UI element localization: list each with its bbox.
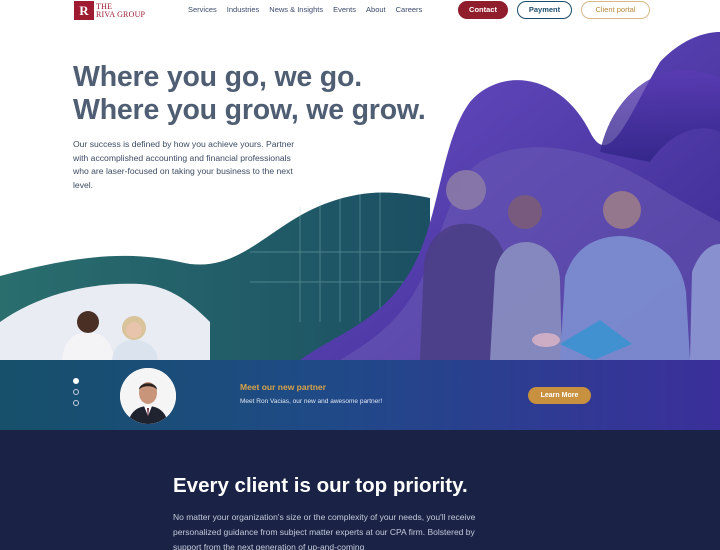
partner-avatar bbox=[120, 368, 176, 424]
priority-section: Every client is our top priority. No mat… bbox=[0, 430, 720, 550]
partner-band: Meet our new partner Meet Ron Vacias, ou… bbox=[0, 360, 720, 430]
hero-section: Where you go, we go. Where you grow, we … bbox=[0, 22, 720, 360]
slider-dot-2[interactable] bbox=[73, 389, 79, 395]
partner-portrait-icon bbox=[120, 368, 176, 424]
nav-link-events[interactable]: Events bbox=[333, 5, 356, 14]
learn-more-button[interactable]: Learn More bbox=[528, 387, 591, 404]
contact-button[interactable]: Contact bbox=[458, 1, 508, 19]
client-portal-button[interactable]: Client portal bbox=[581, 1, 650, 19]
hero-copy: Our success is defined by how you achiev… bbox=[73, 139, 295, 190]
nav-link-about[interactable]: About bbox=[366, 5, 386, 14]
priority-copy: No matter your organization's size or th… bbox=[173, 512, 476, 550]
nav-link-news-insights[interactable]: News & Insights bbox=[269, 5, 323, 14]
top-nav: R THE RIVA GROUP Services Industries New… bbox=[0, 0, 720, 22]
hero-title-line1: Where you go, we go. bbox=[73, 61, 362, 93]
slider-dot-3[interactable] bbox=[73, 400, 79, 406]
partner-title: Meet our new partner bbox=[240, 382, 326, 392]
logo-mark: R bbox=[74, 1, 94, 20]
logo-text-line2: RIVA GROUP bbox=[96, 9, 146, 19]
priority-title: Every client is our top priority. bbox=[173, 474, 468, 497]
logo[interactable]: R THE RIVA GROUP bbox=[74, 1, 145, 20]
slider-dots bbox=[73, 378, 79, 406]
nav-links: Services Industries News & Insights Even… bbox=[188, 5, 422, 14]
logo-text: THE RIVA GROUP bbox=[96, 2, 146, 19]
hero-title-line2: Where you grow, we grow. bbox=[73, 94, 426, 126]
nav-link-services[interactable]: Services bbox=[188, 5, 217, 14]
partner-subtitle: Meet Ron Vacias, our new and awesome par… bbox=[240, 398, 383, 405]
hero-title: Where you go, we go. Where you grow, we … bbox=[73, 61, 426, 127]
payment-button[interactable]: Payment bbox=[517, 1, 572, 19]
slider-dot-1[interactable] bbox=[73, 378, 79, 384]
nav-link-careers[interactable]: Careers bbox=[396, 5, 423, 14]
nav-link-industries[interactable]: Industries bbox=[227, 5, 260, 14]
